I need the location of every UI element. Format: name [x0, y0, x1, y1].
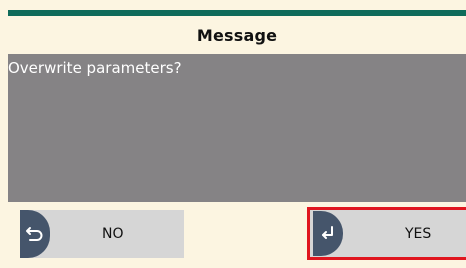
yes-button[interactable]: YES [307, 207, 466, 260]
enter-return-icon [313, 211, 343, 256]
dialog-title: Message [196, 25, 278, 45]
message-text: Overwrite parameters? [8, 59, 182, 77]
no-button-label: NO [102, 226, 124, 242]
no-button[interactable]: NO [20, 210, 184, 258]
back-arrow-icon [20, 210, 50, 258]
top-strip [8, 0, 466, 10]
message-dialog: Message Overwrite parameters? NO YES [0, 0, 466, 268]
message-area: Overwrite parameters? [8, 54, 466, 202]
yes-button-label: YES [405, 225, 432, 242]
button-bar: NO YES [8, 202, 466, 268]
title-bar: Message [8, 16, 466, 54]
